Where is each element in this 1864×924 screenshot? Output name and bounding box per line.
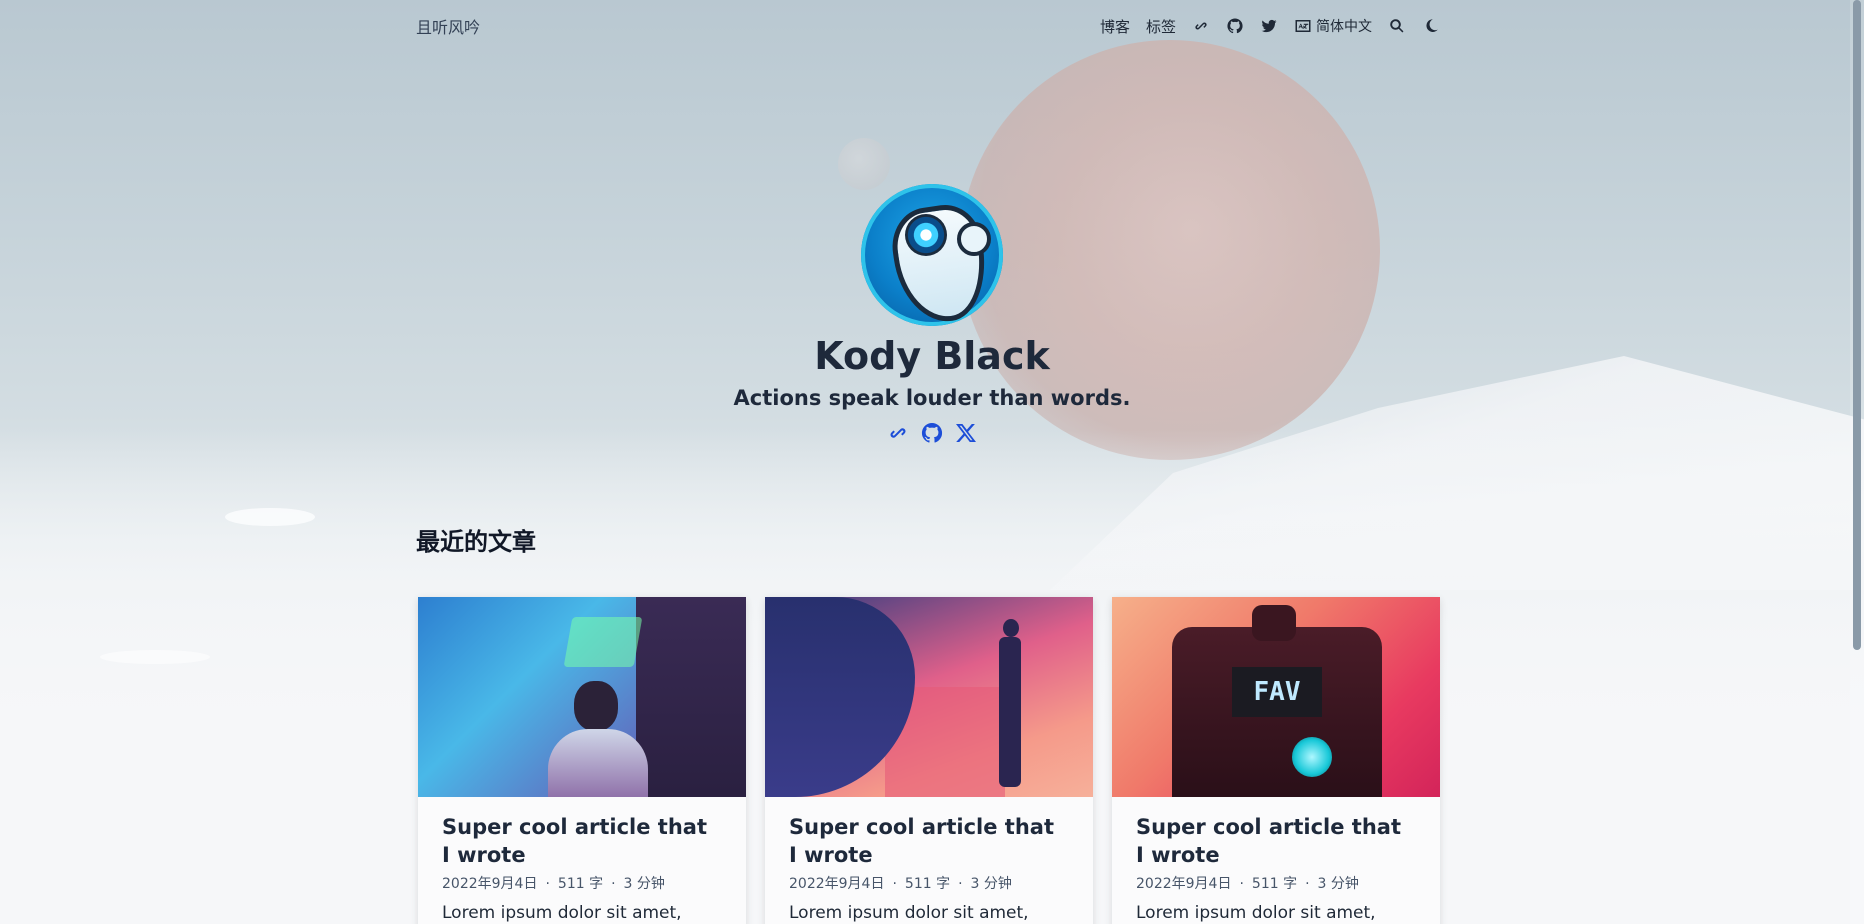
nav-tags-link[interactable]: 标签 <box>1146 16 1176 37</box>
ice-floe <box>225 508 315 526</box>
post-word-count: 511 字 <box>1251 876 1298 892</box>
post-title: Super cool article that I wrote <box>1136 815 1401 867</box>
nav-blog-link[interactable]: 博客 <box>1100 16 1130 37</box>
link-icon[interactable] <box>885 420 911 446</box>
meta-separator: · <box>958 876 963 892</box>
language-icon <box>1294 17 1312 35</box>
post-title: Super cool article that I wrote <box>442 815 707 867</box>
post-meta: 2022年9月4日 · 511 字 · 3 分钟 <box>789 873 1069 893</box>
post-read-time: 3 分钟 <box>970 876 1012 892</box>
moon-icon[interactable] <box>1422 17 1440 35</box>
post-read-time: 3 分钟 <box>1317 876 1359 892</box>
meta-separator: · <box>892 876 897 892</box>
meta-separator: · <box>611 876 616 892</box>
post-date: 2022年9月4日 <box>442 876 538 892</box>
ice-floe <box>100 650 210 664</box>
post-card-body: Super cool article that I wrote 2022年9月4… <box>1112 797 1440 924</box>
post-card[interactable]: Super cool article that I wrote 2022年9月4… <box>418 597 746 924</box>
profile-social-links <box>885 420 979 446</box>
post-card-list: Super cool article that I wrote 2022年9月4… <box>418 597 1440 924</box>
site-brand-link[interactable]: 且听风吟 <box>416 14 480 38</box>
post-date: 2022年9月4日 <box>1136 876 1232 892</box>
post-summary: Lorem ipsum dolor sit amet, <box>1136 903 1376 923</box>
post-thumbnail: FAV <box>1112 597 1440 797</box>
twitter-icon[interactable] <box>1260 17 1278 35</box>
meta-separator: · <box>545 876 550 892</box>
profile-name: Kody Black <box>814 334 1050 378</box>
nav-menu: 博客 标签 简体中文 <box>1100 16 1440 37</box>
avatar <box>861 184 1003 326</box>
post-read-time: 3 分钟 <box>623 876 665 892</box>
post-card-body: Super cool article that I wrote 2022年9月4… <box>418 797 746 924</box>
language-label: 简体中文 <box>1316 19 1372 35</box>
scrollbar-thumb[interactable] <box>1853 0 1861 650</box>
thumbnail-screen-text: FAV <box>1232 667 1322 717</box>
profile-hero: Kody Black Actions speak louder than wor… <box>0 184 1864 446</box>
x-icon[interactable] <box>953 420 979 446</box>
post-thumbnail <box>418 597 746 797</box>
meta-separator: · <box>1305 876 1310 892</box>
recent-posts-heading: 最近的文章 <box>416 528 536 556</box>
robot-eye-shape <box>905 214 947 256</box>
github-icon[interactable] <box>1226 17 1244 35</box>
scrollbar[interactable] <box>1850 0 1864 924</box>
post-card[interactable]: FAV Super cool article that I wrote 2022… <box>1112 597 1440 924</box>
link-icon[interactable] <box>1192 17 1210 35</box>
post-card-body: Super cool article that I wrote 2022年9月4… <box>765 797 1093 924</box>
post-word-count: 511 字 <box>557 876 604 892</box>
profile-tagline: Actions speak louder than words. <box>733 386 1131 410</box>
post-summary: Lorem ipsum dolor sit amet, <box>789 903 1029 923</box>
post-date: 2022年9月4日 <box>789 876 885 892</box>
robot-ear-shape <box>957 222 991 256</box>
meta-separator: · <box>1239 876 1244 892</box>
post-summary: Lorem ipsum dolor sit amet, <box>442 903 682 923</box>
top-navbar: 且听风吟 博客 标签 简体中文 <box>416 0 1440 52</box>
post-meta: 2022年9月4日 · 511 字 · 3 分钟 <box>442 873 722 893</box>
search-icon[interactable] <box>1388 17 1406 35</box>
post-thumbnail <box>765 597 1093 797</box>
post-title: Super cool article that I wrote <box>789 815 1054 867</box>
post-card[interactable]: Super cool article that I wrote 2022年9月4… <box>765 597 1093 924</box>
language-switcher[interactable]: 简体中文 <box>1294 16 1372 36</box>
post-word-count: 511 字 <box>904 876 951 892</box>
post-meta: 2022年9月4日 · 511 字 · 3 分钟 <box>1136 873 1416 893</box>
github-icon[interactable] <box>919 420 945 446</box>
page: 且听风吟 博客 标签 简体中文 Kody Black Actions speak… <box>0 0 1864 924</box>
moon-illustration <box>838 138 890 190</box>
